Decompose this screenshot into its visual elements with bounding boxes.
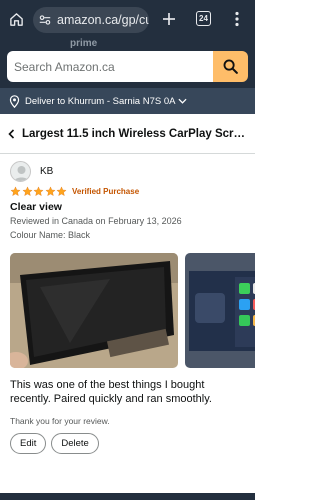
more-vert-icon[interactable]	[232, 11, 242, 27]
thank-you-text: Thank you for your review.	[10, 416, 110, 426]
chevron-left-icon[interactable]	[8, 128, 15, 139]
site-settings-icon[interactable]	[38, 13, 52, 27]
tabs-icon[interactable]: 24	[196, 11, 211, 26]
browser-toolbar: amazon.ca/gp/cu 24	[0, 0, 255, 38]
star-icon	[10, 185, 21, 196]
deliver-to-label: Deliver to Khurrum - Sarnia N7S 0A	[25, 95, 176, 107]
product-title[interactable]: Largest 11.5 inch Wireless CarPlay Scree…	[22, 128, 250, 140]
colour-variant: Colour Name: Black	[10, 230, 91, 240]
location-pin-icon	[9, 94, 20, 108]
review-image-screen[interactable]	[10, 253, 178, 368]
bottom-bar	[0, 493, 255, 500]
edit-button[interactable]: Edit	[10, 433, 47, 454]
home-icon[interactable]	[9, 12, 24, 27]
review-body: This was one of the best things I bought…	[10, 379, 212, 405]
avatar	[10, 160, 31, 182]
tab-count: 24	[199, 14, 208, 23]
reviewer-name: KB	[40, 165, 54, 177]
review-actions: Edit Delete	[10, 433, 99, 454]
review-date: Reviewed in Canada on February 13, 2026	[10, 216, 182, 226]
search-input[interactable]	[7, 51, 213, 82]
star-icon	[33, 185, 44, 196]
review-image-carplay[interactable]	[185, 253, 255, 368]
prime-logo-fragment: prime	[70, 38, 98, 49]
chevron-down-icon	[178, 98, 188, 104]
search-icon	[223, 59, 238, 74]
rating-row: Verified Purchase	[10, 185, 250, 197]
star-icon	[21, 185, 33, 196]
review-images	[10, 253, 255, 368]
url-text: amazon.ca/gp/cu	[57, 13, 149, 27]
search-bar	[7, 51, 248, 82]
user-silhouette-icon	[14, 165, 29, 181]
address-bar[interactable]: amazon.ca/gp/cu	[33, 7, 149, 33]
deliver-to-bar[interactable]: Deliver to Khurrum - Sarnia N7S 0A	[0, 88, 255, 114]
verified-purchase-badge: Verified Purchase	[72, 186, 140, 196]
reviewer-row: KB	[10, 160, 250, 182]
product-title-row[interactable]: Largest 11.5 inch Wireless CarPlay Scree…	[0, 114, 255, 154]
plus-icon[interactable]	[160, 10, 178, 28]
review-title: Clear view	[10, 201, 62, 213]
delete-button[interactable]: Delete	[51, 433, 99, 454]
star-rating	[10, 185, 67, 197]
amazon-header: prime	[0, 38, 255, 88]
review-card: KB Verified Purchase Clear view Reviewed…	[10, 160, 250, 240]
search-button[interactable]	[213, 51, 248, 82]
star-icon	[44, 185, 56, 196]
star-icon	[56, 185, 67, 196]
